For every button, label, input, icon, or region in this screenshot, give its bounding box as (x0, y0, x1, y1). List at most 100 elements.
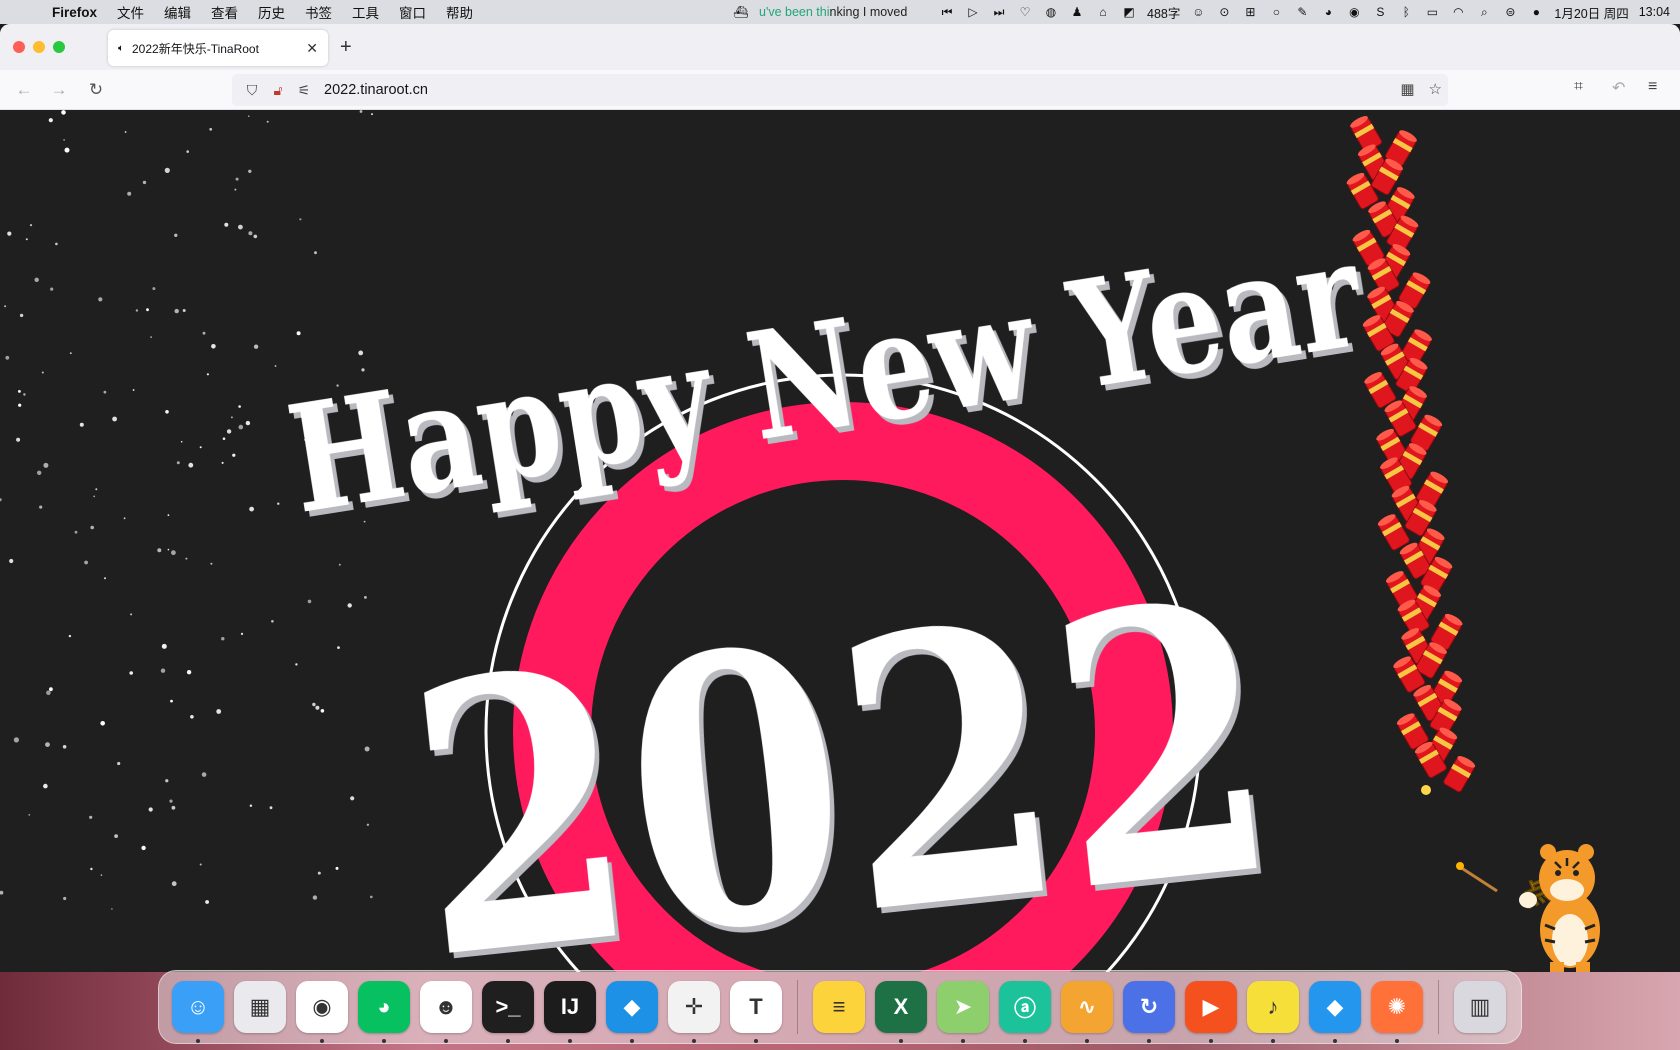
menu-view[interactable]: 查看 (201, 2, 248, 22)
menu-edit[interactable]: 编辑 (154, 2, 201, 22)
lark-icon[interactable]: T (730, 981, 782, 1033)
docker-desktop-icon[interactable]: ◆ (1309, 981, 1361, 1033)
notes-icon[interactable]: ≡ (813, 981, 865, 1033)
presentation-icon[interactable]: ▶ (1185, 981, 1237, 1033)
wifi-icon[interactable]: ◠ (1450, 5, 1466, 19)
permissions-icon[interactable]: ⚟ (292, 82, 316, 99)
tab-active[interactable]: 🔈︎ 2022新年快乐-TinaRoot ✕ (108, 30, 328, 66)
back-button[interactable]: ← (12, 78, 36, 102)
tiger-mascot-icon[interactable] (1456, 844, 1600, 972)
dock-item[interactable]: ✺ (1366, 976, 1428, 1043)
compass-icon[interactable]: ✛ (668, 981, 720, 1033)
close-tab-icon[interactable]: ✕ (306, 40, 318, 57)
word-count[interactable]: 488字 (1147, 3, 1180, 22)
microphone-icon[interactable]: ⊙ (1216, 5, 1232, 19)
dock-item[interactable]: ▦ (229, 976, 291, 1038)
close-window-button[interactable] (13, 41, 25, 53)
play-icon[interactable]: ▷ (965, 5, 981, 19)
dock-item[interactable]: ▥ (1449, 976, 1511, 1038)
app-menu-icon[interactable]: ≡ (1648, 78, 1657, 96)
minimize-window-button[interactable] (33, 41, 45, 53)
speaker-icon[interactable]: 🔈︎ (118, 43, 124, 54)
wechat-status-icon[interactable]: ◕ (1320, 5, 1336, 19)
dock-item[interactable]: ◆ (1304, 976, 1366, 1043)
firefox-icon[interactable]: ✺ (1371, 981, 1423, 1033)
insecure-lock-icon[interactable]: 🔓︎ (266, 82, 290, 99)
maps-icon[interactable]: ➤ (937, 981, 989, 1033)
s-app-icon[interactable]: S (1372, 5, 1388, 19)
url-bar[interactable]: ⛉ 🔓︎ ⚟ 2022.tinaroot.cn ▦ ☆ (232, 74, 1448, 106)
tunnel-icon[interactable]: ⌂ (1095, 5, 1111, 19)
dock-item[interactable]: ∿ (1056, 976, 1118, 1043)
bluetooth-icon[interactable]: ᛒ (1398, 5, 1414, 19)
excel-icon[interactable]: X (875, 981, 927, 1033)
dock-item[interactable]: >_ (477, 976, 539, 1043)
menu-window[interactable]: 窗口 (389, 2, 436, 22)
sync-icon[interactable]: ↻ (1123, 981, 1175, 1033)
trash-icon[interactable]: ▥ (1454, 981, 1506, 1033)
control-center-icon[interactable]: ⊜ (1502, 5, 1518, 19)
dock-item[interactable]: ◉ (291, 976, 353, 1043)
screen-record-icon[interactable]: ◉ (1346, 5, 1362, 19)
reload-button[interactable]: ↻ (84, 78, 108, 102)
terminal-icon[interactable]: >_ (482, 981, 534, 1033)
launchpad-icon[interactable]: ▦ (234, 981, 286, 1033)
dock-item[interactable]: ◕ (353, 976, 415, 1043)
running-indicator (1333, 1039, 1337, 1043)
dock-item[interactable]: ⓐ (994, 976, 1056, 1043)
maximize-window-button[interactable] (53, 41, 65, 53)
chrome-icon[interactable]: ◉ (296, 981, 348, 1033)
dock-item[interactable]: ▶ (1180, 976, 1242, 1043)
new-tab-button[interactable]: + (340, 36, 352, 59)
url-text[interactable]: 2022.tinaroot.cn (324, 82, 428, 98)
battery-icon[interactable]: ▭ (1424, 5, 1440, 19)
circle-icon[interactable]: ○ (1268, 5, 1284, 19)
emoji-icon[interactable]: ☺ (1190, 5, 1206, 19)
spotlight-icon[interactable]: ⌕ (1476, 5, 1492, 19)
wechat-icon[interactable]: ◕ (358, 981, 410, 1033)
dock-item[interactable]: ↻ (1118, 976, 1180, 1043)
menu-history[interactable]: 历史 (248, 2, 295, 22)
lark-status-icon[interactable]: ◩ (1121, 5, 1137, 19)
qq-status-icon[interactable]: ♟ (1069, 5, 1085, 19)
cloud-drive-icon[interactable]: ⓐ (999, 981, 1051, 1033)
menu-file[interactable]: 文件 (107, 2, 154, 22)
forward-button[interactable]: → (47, 78, 71, 102)
undo-icon[interactable]: ↶ (1612, 78, 1625, 98)
navicat-icon[interactable]: ∿ (1061, 981, 1113, 1033)
intellij-icon[interactable]: IJ (544, 981, 596, 1033)
previous-track-icon[interactable]: ⏮ (939, 5, 955, 19)
docker-status-icon[interactable]: ⛴ (733, 5, 749, 19)
tracking-protection-shield-icon[interactable]: ⛉ (240, 82, 264, 99)
globe-icon[interactable]: ◍ (1043, 5, 1059, 19)
screenshot-icon[interactable]: ⌗ (1574, 78, 1583, 96)
dock-item[interactable]: ☺ (167, 976, 229, 1043)
qq-icon[interactable]: ☻ (420, 981, 472, 1033)
dock-item[interactable]: ◆ (601, 976, 663, 1043)
next-track-icon[interactable]: ⏭ (991, 5, 1007, 19)
menu-help[interactable]: 帮助 (436, 2, 483, 22)
menu-app-name[interactable]: Firefox (42, 5, 107, 20)
qr-code-icon[interactable]: ▦ (1400, 80, 1414, 98)
firecracker-string[interactable] (1345, 114, 1477, 795)
dock-item[interactable]: ♪ (1242, 976, 1304, 1043)
siri-icon[interactable]: ● (1528, 5, 1544, 19)
feather-icon[interactable]: ✎ (1294, 5, 1310, 19)
dock-item[interactable]: ☻ (415, 976, 477, 1043)
menu-bookmarks[interactable]: 书签 (295, 2, 342, 22)
menubar-time[interactable]: 13:04 (1639, 5, 1670, 19)
docker-icon[interactable]: ◆ (606, 981, 658, 1033)
bookmark-star-icon[interactable]: ☆ (1429, 80, 1442, 98)
heart-icon[interactable]: ♡ (1017, 5, 1033, 19)
menu-tools[interactable]: 工具 (342, 2, 389, 22)
qqmusic-icon[interactable]: ♪ (1247, 981, 1299, 1033)
dock-item[interactable]: IJ (539, 976, 601, 1043)
input-method-icon[interactable]: ⊞ (1242, 5, 1258, 19)
dock-item[interactable]: T (725, 976, 787, 1043)
dock-item[interactable]: X (870, 976, 932, 1043)
menubar-date[interactable]: 1月20日 周四 (1554, 3, 1628, 22)
finder-icon[interactable]: ☺ (172, 981, 224, 1033)
dock-item[interactable]: ✛ (663, 976, 725, 1043)
dock-item[interactable]: ➤ (932, 976, 994, 1043)
dock-item[interactable]: ≡ (808, 976, 870, 1038)
